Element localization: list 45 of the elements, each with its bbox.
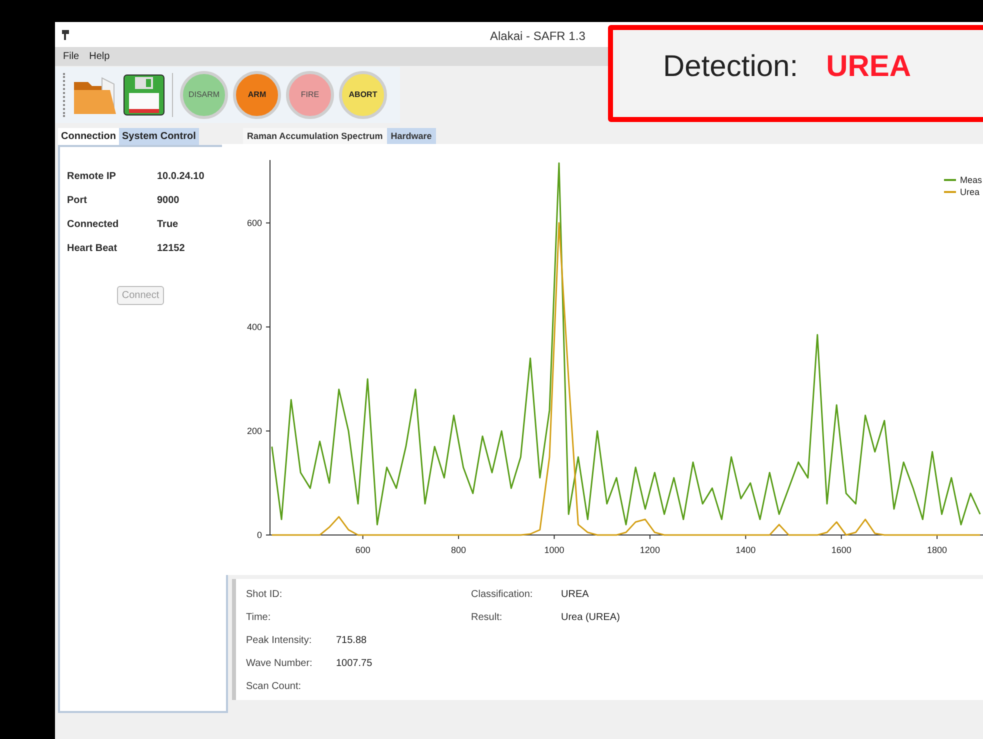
- result-value: Urea (UREA): [561, 611, 620, 625]
- save-icon[interactable]: [123, 74, 165, 116]
- menu-item[interactable]: Help: [89, 49, 110, 64]
- tab[interactable]: System Control: [119, 128, 199, 145]
- x-tick-label: 600: [355, 545, 370, 555]
- result-label: Classification:: [471, 588, 534, 602]
- result-label: Time:: [246, 611, 272, 625]
- result-value: 1007.75: [336, 657, 372, 671]
- y-tick-label: 400: [246, 322, 262, 332]
- field-value: 12152: [157, 242, 185, 256]
- x-tick-label: 1000: [544, 545, 564, 555]
- field-label: Connected: [67, 218, 120, 232]
- field-value: 9000: [157, 194, 180, 208]
- legend-label: Urea: [960, 187, 980, 197]
- result-label: Wave Number:: [246, 657, 314, 671]
- field-value: True: [157, 218, 178, 232]
- x-tick-label: 1800: [927, 545, 948, 555]
- result-label: Shot ID:: [246, 588, 284, 602]
- menu-item[interactable]: File: [63, 49, 80, 64]
- field-label: Remote IP: [67, 170, 117, 184]
- action-button[interactable]: ABORT: [339, 71, 387, 119]
- field-label: Heart Beat: [67, 242, 118, 256]
- app-icon: [61, 28, 71, 40]
- detection-value: UREA: [826, 49, 912, 85]
- window-title: Alakai - SAFR 1.3: [490, 28, 586, 45]
- detection-label: Detection:: [663, 49, 798, 85]
- x-tick-label: 800: [451, 545, 466, 555]
- field-label: Port: [67, 194, 88, 208]
- result-value: UREA: [561, 588, 589, 602]
- result-label: Result:: [471, 611, 504, 625]
- y-tick-label: 0: [256, 530, 262, 540]
- result-value: 715.88: [336, 634, 367, 648]
- x-tick-label: 1200: [640, 545, 660, 555]
- y-tick-label: 200: [246, 426, 262, 436]
- field-value: 10.0.24.10: [157, 170, 204, 184]
- tab[interactable]: Hardware: [386, 128, 436, 144]
- result-label: Scan Count:: [246, 680, 302, 694]
- result-label: Peak Intensity:: [246, 634, 313, 648]
- legend-label: Meas: [960, 175, 982, 185]
- x-tick-label: 1400: [736, 545, 756, 555]
- x-tick-label: 1600: [831, 545, 852, 555]
- y-tick-label: 600: [246, 218, 262, 228]
- tab[interactable]: Connection: [58, 128, 119, 145]
- tab[interactable]: Raman Accumulation Spectrum: [243, 128, 387, 144]
- action-button[interactable]: ARM: [233, 71, 281, 119]
